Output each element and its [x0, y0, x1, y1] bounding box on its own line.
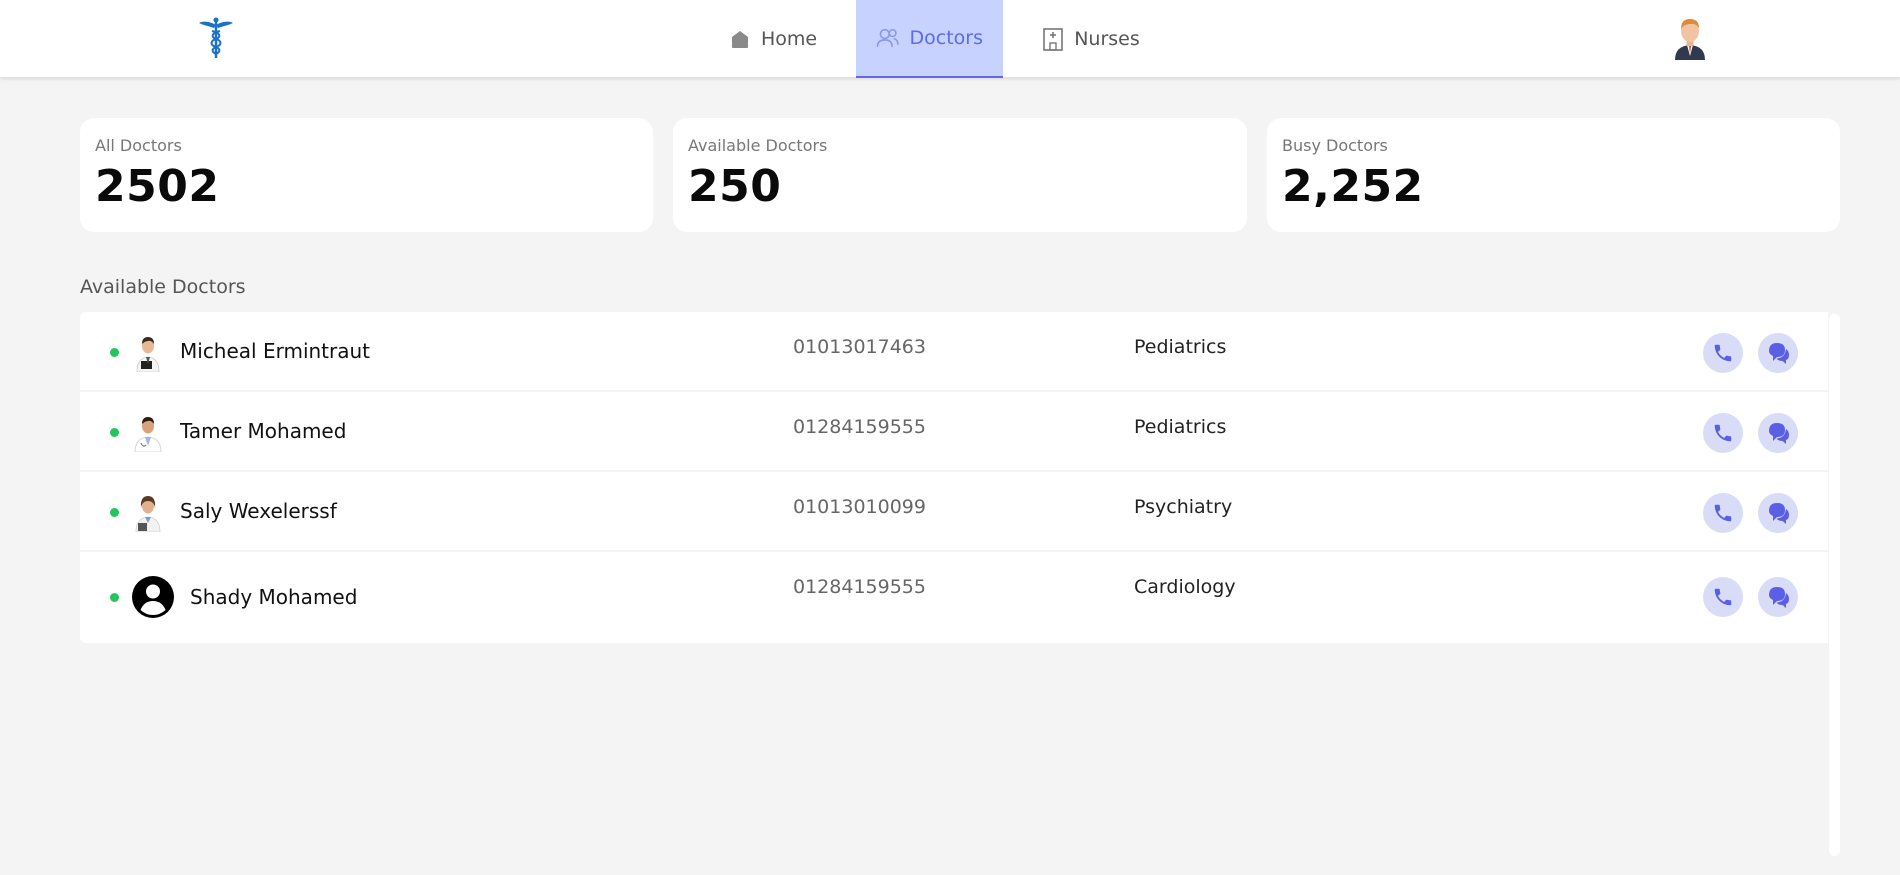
stat-label: Available Doctors: [688, 136, 828, 155]
doctor-department: Pediatrics: [1134, 416, 1227, 438]
stat-card-all-doctors: All Doctors 2502: [80, 118, 653, 232]
status-online-indicator: [110, 508, 119, 517]
stat-value: 2502: [95, 161, 220, 212]
users-icon: [876, 28, 899, 47]
doctor-name: Saly Wexelerssf: [180, 499, 337, 523]
stat-card-busy-doctors: Busy Doctors 2,252: [1267, 118, 1840, 232]
phone-icon: [1714, 588, 1732, 606]
chat-button[interactable]: [1758, 413, 1798, 453]
nav-tab-nurses[interactable]: Nurses: [1003, 0, 1179, 78]
default-avatar-icon: [132, 576, 174, 618]
doctor-row[interactable]: Tamer Mohamed 01284159555 Pediatrics: [80, 392, 1828, 470]
stat-value: 250: [688, 161, 782, 212]
doctor-row[interactable]: Micheal Ermintraut 01013017463 Pediatric…: [80, 312, 1828, 390]
home-icon: [731, 31, 748, 48]
phone-icon: [1714, 504, 1732, 522]
chat-button[interactable]: [1758, 493, 1798, 533]
doctor-row[interactable]: Saly Wexelerssf 01013010099 Psychiatry: [80, 472, 1828, 550]
phone-icon: [1714, 424, 1732, 442]
phone-icon: [1714, 344, 1732, 362]
status-online-indicator: [110, 593, 119, 602]
chat-button[interactable]: [1758, 333, 1798, 373]
call-button[interactable]: [1703, 333, 1743, 373]
doctor-photo: [134, 417, 162, 452]
call-button[interactable]: [1703, 493, 1743, 533]
nav-tab-label: Nurses: [1074, 28, 1140, 50]
doctor-name: Micheal Ermintraut: [180, 339, 371, 363]
nav-tab-home[interactable]: Home: [690, 0, 856, 78]
main-nav: Home Doctors Nurses: [690, 0, 1179, 78]
nav-tab-label: Home: [760, 28, 818, 50]
doctor-department: Cardiology: [1134, 576, 1236, 598]
nav-tab-label: Doctors: [909, 27, 984, 49]
user-avatar[interactable]: [1672, 16, 1708, 60]
chat-button[interactable]: [1758, 577, 1798, 617]
nav-tab-doctors[interactable]: Doctors: [856, 0, 1003, 78]
chat-bubbles-icon: [1769, 343, 1789, 364]
doctor-phone: 01013010099: [793, 496, 926, 518]
stat-label: Busy Doctors: [1282, 136, 1388, 155]
chat-bubbles-icon: [1769, 503, 1789, 524]
doctor-name: Shady Mohamed: [190, 585, 358, 609]
doctor-photo: [135, 496, 161, 532]
doctor-phone: 01013017463: [793, 336, 926, 358]
stat-card-available-doctors: Available Doctors 250: [673, 118, 1247, 232]
chat-bubbles-icon: [1769, 423, 1789, 444]
hospital-icon: [1043, 28, 1064, 51]
top-navbar: Home Doctors Nurses: [0, 0, 1900, 78]
doctor-phone: 01284159555: [793, 416, 926, 438]
caduceus-logo-icon[interactable]: [197, 17, 235, 59]
doctor-phone: 01284159555: [793, 576, 926, 598]
doctor-photo: [136, 337, 160, 372]
status-online-indicator: [110, 348, 119, 357]
doctor-row[interactable]: Shady Mohamed 01284159555 Cardiology: [80, 552, 1828, 643]
list-scrollbar[interactable]: [1829, 314, 1840, 856]
status-online-indicator: [110, 428, 119, 437]
doctor-name: Tamer Mohamed: [180, 419, 347, 443]
doctor-department: Psychiatry: [1134, 496, 1233, 518]
chat-bubbles-icon: [1769, 587, 1789, 608]
call-button[interactable]: [1703, 413, 1743, 453]
doctor-department: Pediatrics: [1134, 336, 1227, 358]
call-button[interactable]: [1703, 577, 1743, 617]
stat-value: 2,252: [1282, 161, 1424, 212]
stat-label: All Doctors: [95, 136, 182, 155]
section-title: Available Doctors: [80, 276, 246, 298]
